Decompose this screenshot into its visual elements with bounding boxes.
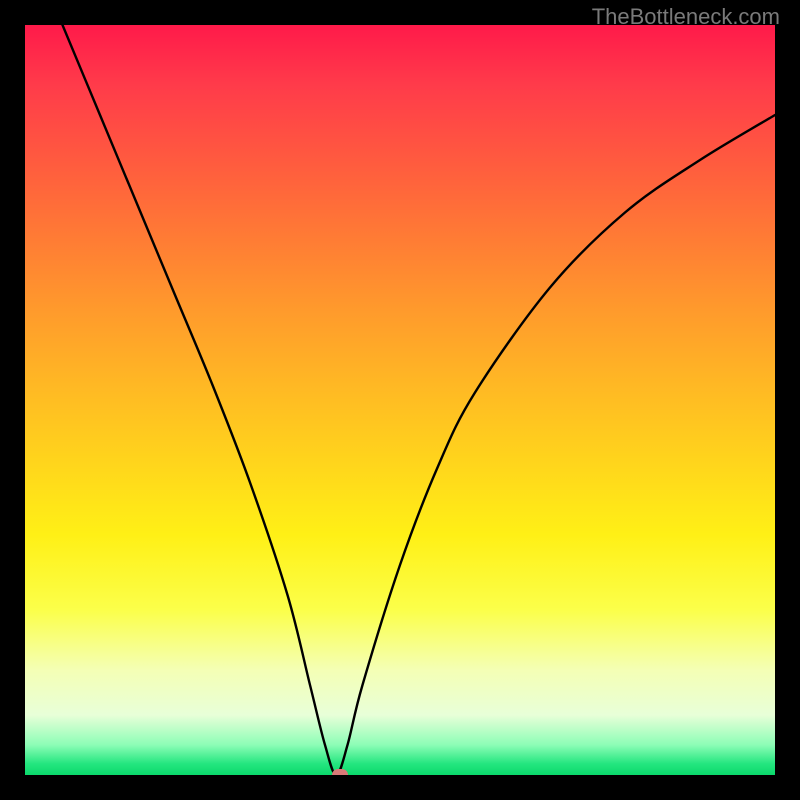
watermark-text: TheBottleneck.com xyxy=(592,4,780,30)
plot-area xyxy=(25,25,775,775)
bottleneck-curve xyxy=(63,25,776,775)
optimal-marker xyxy=(332,769,348,775)
curve-svg xyxy=(25,25,775,775)
